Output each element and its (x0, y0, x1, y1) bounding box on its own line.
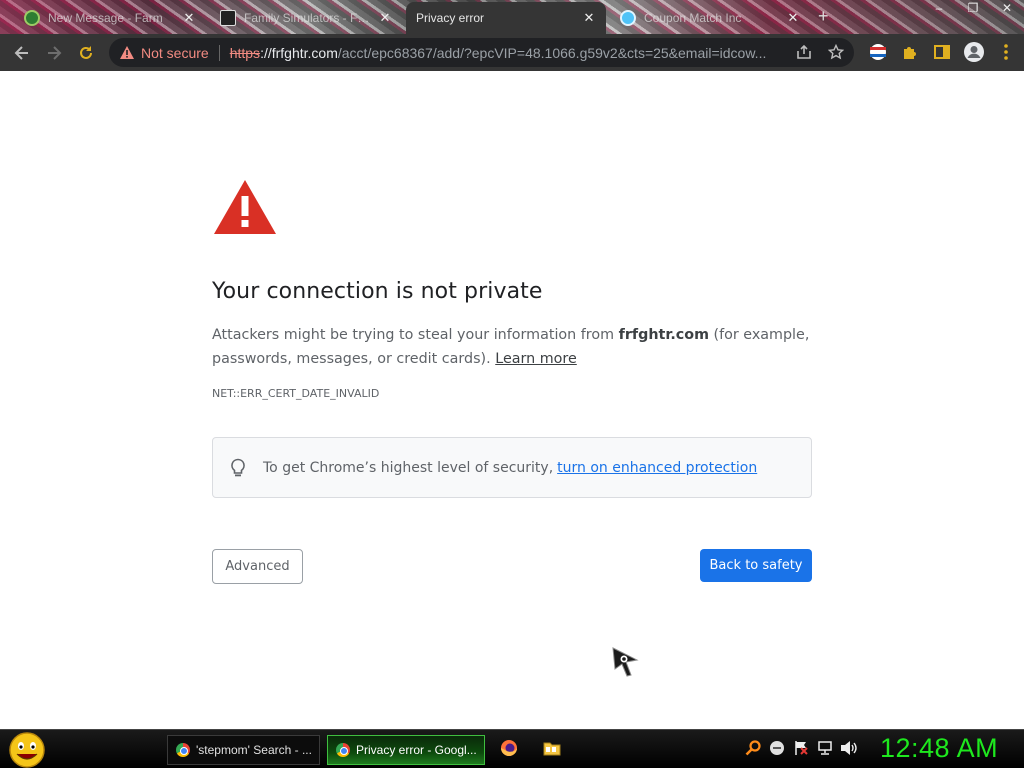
search-icon[interactable] (744, 739, 762, 757)
browser-toolbar: Not secure https://frfghtr.com/acct/epc6… (0, 34, 1024, 71)
reload-icon (80, 45, 92, 59)
tab-family-simulators[interactable]: Family Simulators - Free ✕ (210, 2, 402, 34)
tab-title: Coupon Match Inc (644, 11, 742, 25)
tab-new-message[interactable]: New Message - Farm ✕ (14, 2, 206, 34)
enhanced-protection-link[interactable]: turn on enhanced protection (557, 460, 757, 476)
tab-title: New Message - Farm (48, 11, 163, 25)
flag-extension-button[interactable] (862, 37, 894, 67)
mouse-cursor-icon (612, 647, 639, 677)
arrow-left-icon (14, 45, 28, 60)
new-tab-button[interactable]: + (818, 6, 829, 27)
toolbar-extensions (862, 37, 1022, 67)
taskbar-item-privacy-error[interactable]: Privacy error - Googl... (327, 735, 485, 765)
side-panel-button[interactable] (926, 37, 958, 67)
minimize-button[interactable]: – (922, 0, 956, 18)
system-tray (744, 739, 858, 757)
back-to-safety-button[interactable]: Back to safety (700, 549, 812, 582)
tab-coupon-match[interactable]: Coupon Match Inc ✕ (610, 2, 810, 34)
interstitial-page: Your connection is not private Attackers… (0, 71, 1024, 729)
folder-icon[interactable] (543, 739, 561, 757)
status-circle-icon[interactable] (768, 739, 786, 757)
url-scheme-separator: :// (260, 44, 272, 61)
warning-icon (120, 46, 134, 59)
tab-close-icon[interactable]: ✕ (182, 10, 196, 26)
taskbar: 'stepmom' Search - ... Privacy error - G… (0, 729, 1024, 768)
enhanced-protection-text: To get Chrome’s highest level of securit… (263, 459, 554, 476)
enhanced-protection-promo: To get Chrome’s highest level of securit… (212, 437, 812, 498)
error-code: NET::ERR_CERT_DATE_INVALID (212, 387, 380, 400)
site-host: frfghtr.com (618, 327, 709, 343)
arrow-right-icon (48, 45, 62, 60)
taskbar-item-label: Privacy error - Googl... (356, 743, 477, 757)
tab-close-icon[interactable]: ✕ (582, 10, 596, 26)
url-scheme: https (229, 44, 261, 61)
learn-more-link[interactable]: Learn more (495, 351, 577, 367)
start-button[interactable] (7, 732, 47, 768)
omnibox-actions (796, 44, 844, 60)
game-controller-icon (220, 10, 236, 26)
forward-button[interactable] (38, 37, 70, 69)
avatar-icon (964, 42, 984, 62)
address-bar[interactable]: Not secure https://frfghtr.com/acct/epc6… (109, 38, 854, 67)
chrome-icon (336, 743, 350, 757)
menu-button[interactable] (990, 37, 1022, 67)
warning-triangle-icon (214, 180, 276, 234)
page-title: Your connection is not private (212, 279, 543, 304)
firefox-icon[interactable] (500, 739, 518, 757)
close-window-button[interactable]: ✕ (990, 0, 1024, 18)
tab-privacy-error[interactable]: Privacy error ✕ (406, 2, 606, 34)
volume-icon[interactable] (840, 739, 858, 757)
action-center-flag-icon[interactable] (792, 739, 810, 757)
explanation-text: Attackers might be trying to steal your … (212, 323, 812, 371)
divider (218, 44, 220, 61)
profile-button[interactable] (958, 37, 990, 67)
taskbar-item-label: 'stepmom' Search - ... (196, 743, 312, 757)
lightbulb-icon (231, 458, 245, 476)
network-icon[interactable] (816, 739, 834, 757)
clock[interactable]: 12:48 AM (880, 733, 998, 764)
back-button[interactable] (6, 37, 38, 69)
puzzle-icon (904, 47, 916, 59)
tab-close-icon[interactable]: ✕ (786, 10, 800, 26)
taskbar-item-search[interactable]: 'stepmom' Search - ... (167, 735, 320, 765)
tab-favicon-icon (24, 10, 40, 26)
explanation-prefix: Attackers might be trying to steal your … (212, 327, 619, 343)
window-controls: – ❐ ✕ (922, 0, 1024, 18)
tab-close-icon[interactable]: ✕ (378, 10, 392, 26)
extensions-button[interactable] (894, 37, 926, 67)
chrome-icon (176, 743, 190, 757)
advanced-button[interactable]: Advanced (212, 549, 303, 584)
tab-title: Privacy error (416, 11, 485, 25)
side-panel-icon (934, 45, 950, 59)
maximize-button[interactable]: ❐ (956, 0, 990, 18)
not-secure-label[interactable]: Not secure (141, 45, 209, 61)
share-icon[interactable] (796, 44, 812, 60)
reload-button[interactable] (70, 37, 102, 69)
kebab-menu-icon (1004, 44, 1008, 60)
tab-title: Family Simulators - Free (244, 11, 372, 25)
tab-favicon-icon (620, 10, 636, 26)
flag-icon (870, 44, 886, 60)
url-host: frfghtr.com (271, 44, 338, 61)
tab-strip: New Message - Farm ✕ Family Simulators -… (0, 0, 1024, 34)
url-path: /acct/epc68367/add/?epcVIP=48.1066.g59v2… (337, 44, 767, 61)
star-icon[interactable] (828, 44, 844, 60)
